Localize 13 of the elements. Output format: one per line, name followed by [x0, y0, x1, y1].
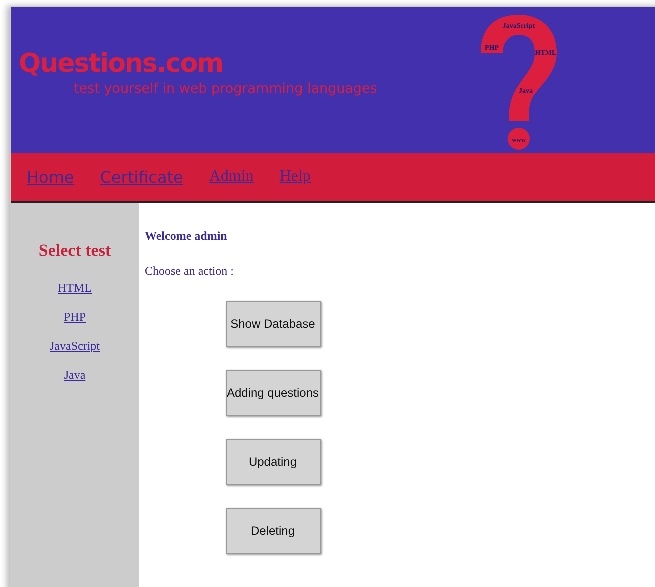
- tagline: test yourself in web programming languages: [74, 81, 378, 97]
- action-button[interactable]: Deleting: [226, 508, 320, 554]
- site-logo: Questions.com: [19, 49, 224, 79]
- test-link[interactable]: HTML: [58, 281, 92, 296]
- action-button[interactable]: Updating: [226, 439, 320, 485]
- test-link[interactable]: Java: [64, 368, 86, 383]
- test-link[interactable]: JavaScript: [50, 339, 100, 354]
- sidebar-title: Select test: [38, 241, 112, 261]
- test-link[interactable]: PHP: [64, 310, 86, 325]
- welcome-text: Welcome admin: [145, 229, 228, 244]
- prompt-text: Choose an action :: [145, 264, 235, 279]
- action-button[interactable]: Show Database: [226, 301, 320, 347]
- action-button[interactable]: Adding questions: [226, 370, 320, 416]
